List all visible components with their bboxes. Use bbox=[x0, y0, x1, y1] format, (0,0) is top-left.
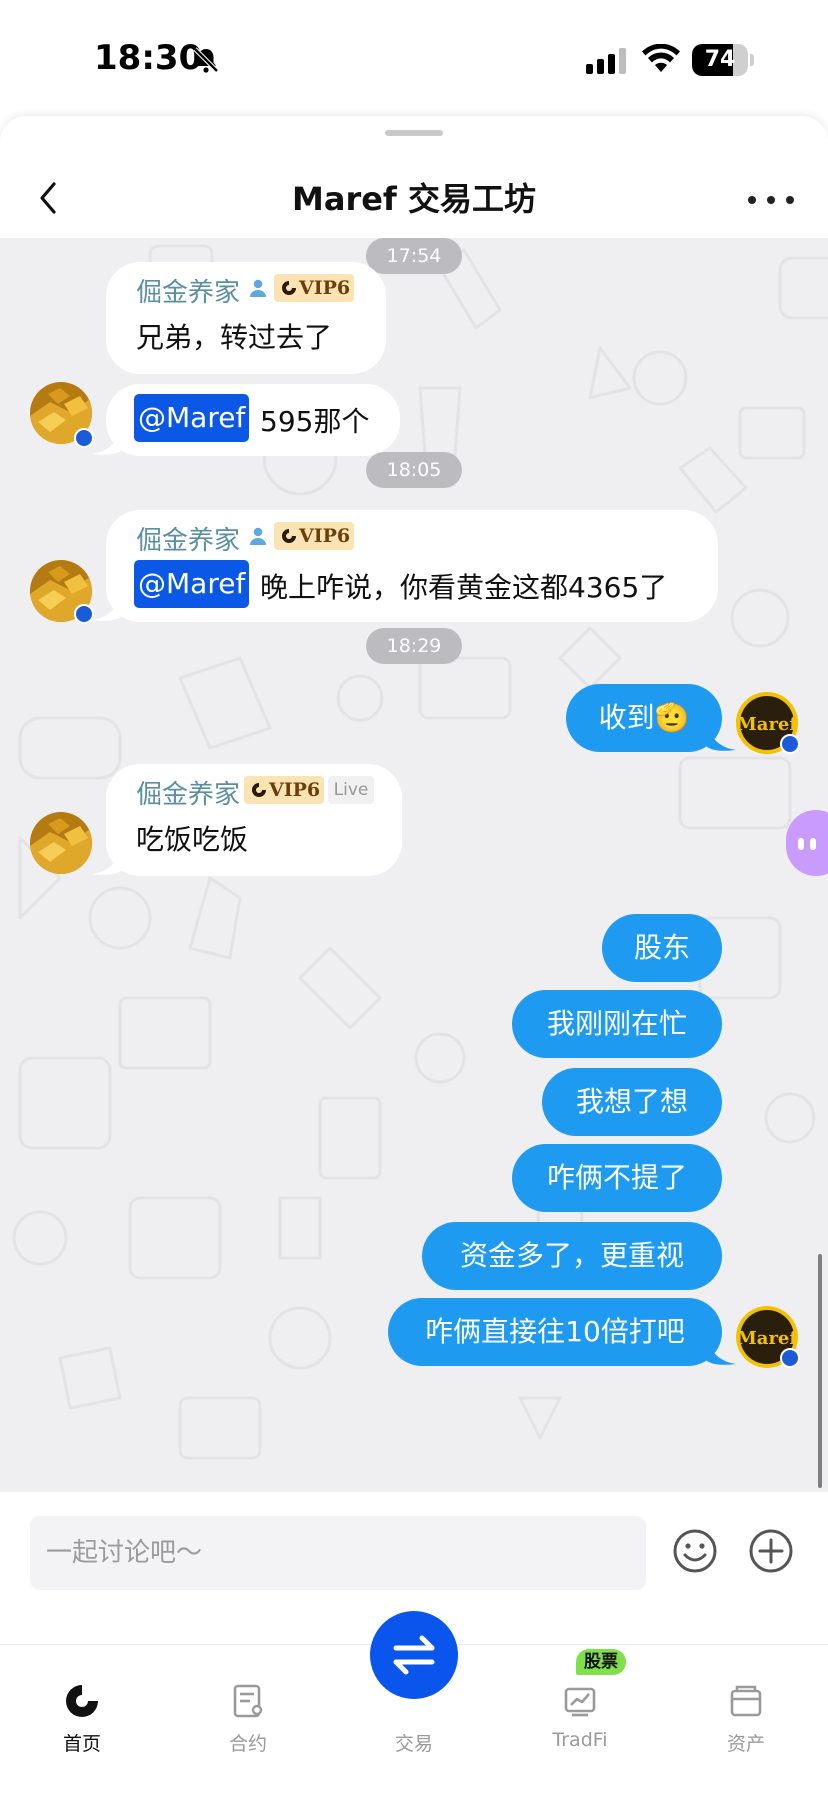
plus-circle-icon[interactable] bbox=[748, 1528, 794, 1574]
nav-item-tradfi[interactable]: TradFi bbox=[520, 1663, 640, 1763]
bubble-tail bbox=[92, 846, 122, 875]
svg-text:Maref: Maref bbox=[737, 714, 798, 735]
person-icon bbox=[250, 527, 266, 545]
message-bubble-outgoing[interactable]: 股东 bbox=[602, 914, 722, 982]
stock-badge: 股票 bbox=[576, 1649, 626, 1675]
bubble-tail bbox=[92, 426, 122, 455]
vip-badge: VIP6 bbox=[274, 274, 354, 302]
mention-tag[interactable]: @Maref bbox=[134, 394, 250, 442]
status-time: 18:30 bbox=[94, 38, 203, 78]
chat-area[interactable]: 17:54 倔金养家 VIP6 兄弟，转过去了 @Maref 595那个 18:… bbox=[0, 238, 828, 1492]
vip-badge: VIP6 bbox=[274, 522, 354, 550]
home-logo-icon bbox=[66, 1685, 98, 1717]
more-dots-icon[interactable] bbox=[746, 190, 796, 210]
page-title: Maref 交易工坊 bbox=[292, 180, 536, 218]
gate-logo-icon bbox=[252, 783, 266, 797]
message-bubble-outgoing[interactable]: 我刚刚在忙 bbox=[512, 990, 722, 1058]
message-text: 595那个 bbox=[260, 405, 370, 438]
battery-icon: 74 bbox=[692, 44, 754, 76]
chat-header: Maref 交易工坊 bbox=[0, 116, 828, 238]
avatar-badge bbox=[74, 428, 94, 448]
message-bubble-incoming[interactable]: 倔金养家 VIP6 兄弟，转过去了 bbox=[106, 262, 386, 374]
emoji-icon[interactable] bbox=[672, 1528, 718, 1574]
status-bar: 18:30 74 bbox=[0, 0, 828, 116]
avatar-badge bbox=[74, 604, 94, 624]
trade-button[interactable] bbox=[370, 1611, 458, 1699]
sender-name[interactable]: 倔金养家 bbox=[136, 272, 240, 309]
gate-logo-icon bbox=[282, 281, 296, 295]
nav-label-contract: 合约 bbox=[228, 1733, 267, 1755]
message-bubble-incoming[interactable]: 倔金养家 VIP6 @Maref 晚上咋说，你看黄金这都4365了 bbox=[106, 510, 718, 622]
message-input[interactable] bbox=[46, 1516, 626, 1590]
timestamp-pill: 18:05 bbox=[366, 452, 462, 488]
message-text: 吃饭吃饭 bbox=[136, 823, 249, 856]
timestamp-pill: 17:54 bbox=[366, 238, 462, 274]
nav-label-tradfi: TradFi bbox=[552, 1729, 608, 1751]
sheet-drag-handle[interactable] bbox=[385, 130, 443, 136]
nav-label-assets: 资产 bbox=[726, 1733, 765, 1755]
message-bubble-outgoing[interactable]: 资金多了，更重视 bbox=[422, 1222, 722, 1290]
signal-icon bbox=[586, 48, 626, 74]
contract-icon bbox=[233, 1684, 263, 1718]
nav-item-contract[interactable]: 合约 bbox=[188, 1663, 308, 1763]
nav-item-assets[interactable]: 资产 bbox=[686, 1663, 806, 1763]
message-text: 晚上咋说，你看黄金这都4365了 bbox=[260, 571, 668, 604]
person-icon bbox=[250, 279, 266, 297]
bubble-tail bbox=[706, 1336, 736, 1365]
bell-slash-icon bbox=[193, 47, 219, 73]
gate-logo-icon bbox=[282, 529, 296, 543]
live-badge: Live bbox=[328, 776, 374, 804]
message-text: 兄弟，转过去了 bbox=[136, 321, 333, 354]
message-bubble-outgoing[interactable]: 收到🫡 bbox=[566, 684, 722, 752]
message-bubble-incoming[interactable]: @Maref 595那个 bbox=[106, 384, 400, 456]
swap-arrows-icon bbox=[393, 1635, 435, 1675]
nav-label-trade: 交易 bbox=[394, 1733, 433, 1755]
message-bubble-outgoing[interactable]: 咋俩不提了 bbox=[512, 1144, 722, 1212]
message-bubble-outgoing[interactable]: 咋俩直接往10倍打吧 bbox=[388, 1298, 722, 1366]
wifi-icon bbox=[642, 44, 680, 72]
sender-name[interactable]: 倔金养家 bbox=[136, 520, 240, 557]
battery-level: 74 bbox=[704, 47, 736, 72]
message-bubble-outgoing[interactable]: 我想了想 bbox=[542, 1068, 722, 1136]
wallet-icon bbox=[730, 1685, 762, 1717]
avatar-badge bbox=[780, 734, 800, 754]
timestamp-pill: 18:29 bbox=[366, 628, 462, 664]
nav-label-home: 首页 bbox=[62, 1733, 101, 1755]
vip-badge: VIP6 bbox=[244, 776, 324, 804]
scrollbar[interactable] bbox=[818, 1254, 822, 1488]
message-input-box[interactable] bbox=[30, 1516, 646, 1590]
bubble-tail bbox=[706, 722, 736, 751]
avatar[interactable] bbox=[30, 812, 92, 874]
bubble-tail bbox=[92, 592, 122, 621]
mention-tag[interactable]: @Maref bbox=[134, 560, 250, 608]
svg-text:Maref: Maref bbox=[737, 1328, 798, 1349]
tradfi-chart-icon bbox=[564, 1687, 596, 1717]
nav-item-home[interactable]: 首页 bbox=[22, 1663, 142, 1763]
avatar-badge bbox=[780, 1348, 800, 1368]
message-bubble-incoming[interactable]: 倔金养家 VIP6 Live 吃饭吃饭 bbox=[106, 764, 402, 876]
sender-name[interactable]: 倔金养家 bbox=[136, 774, 240, 811]
bottom-nav: 首页 合约 交易 TradFi 股票 资产 bbox=[0, 1611, 828, 1800]
